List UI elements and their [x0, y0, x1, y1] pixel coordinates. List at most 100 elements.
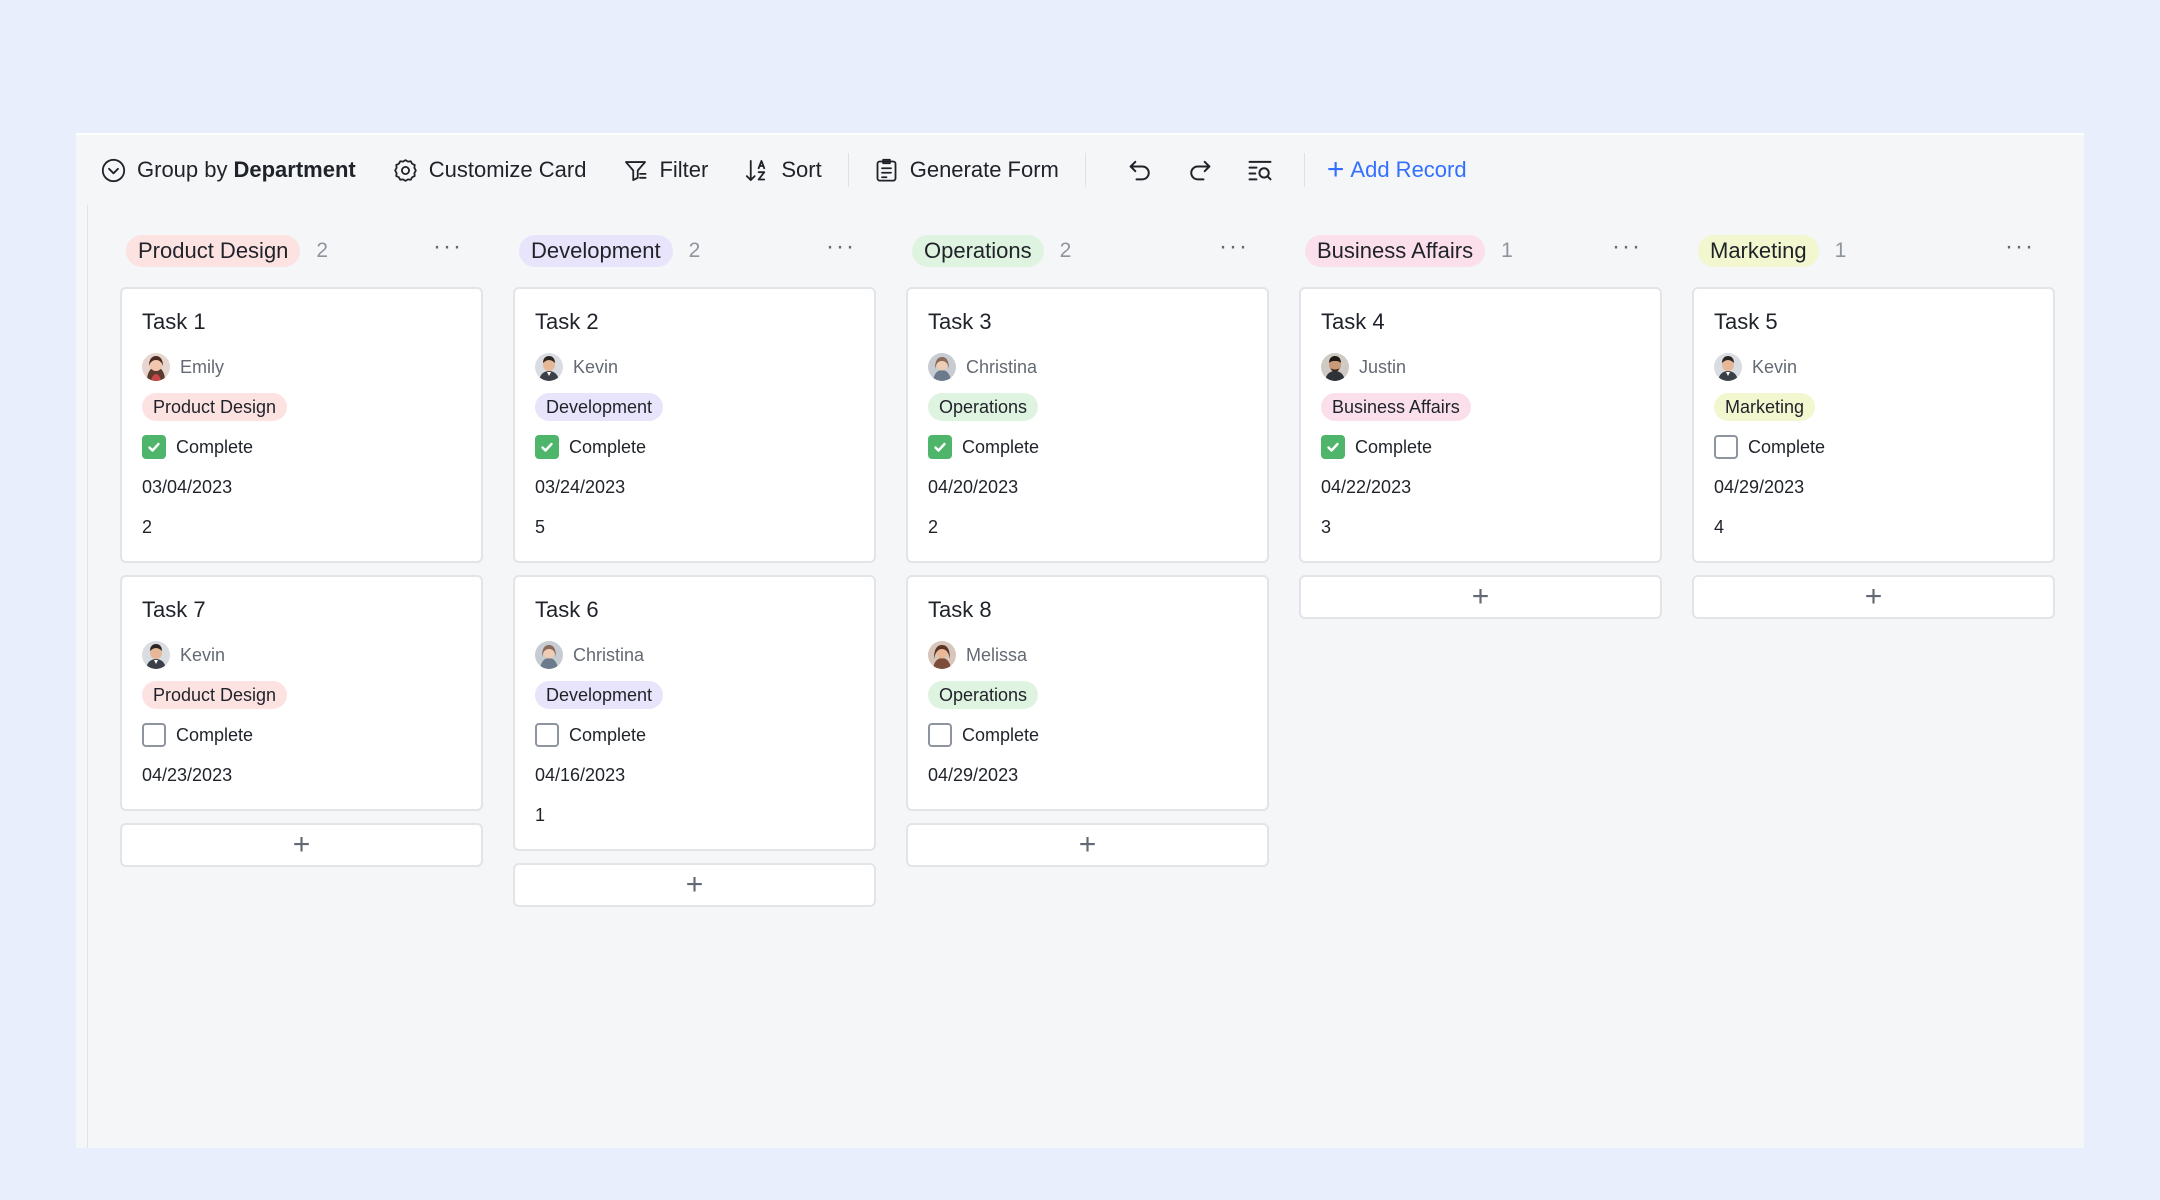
column-count: 1	[1834, 239, 1847, 262]
redo-icon	[1190, 160, 1211, 181]
card-date-row: 03/04/2023	[142, 467, 461, 507]
person-name: Melissa	[966, 644, 1028, 665]
filter-button[interactable]: Filter	[622, 157, 708, 184]
record-card[interactable]: Task 7 Kevin Product Design Complete 04/23/2…	[120, 575, 483, 811]
card-person-row: Melissa	[928, 635, 1247, 675]
card-date: 04/29/2023	[928, 764, 1019, 785]
card-status-row: Complete	[535, 715, 854, 755]
complete-checkbox[interactable]	[928, 435, 952, 459]
toolbar-divider	[847, 153, 849, 187]
card-person-row: Kevin	[1714, 347, 2033, 387]
card-title: Task 2	[535, 309, 599, 334]
plus-icon: +	[685, 868, 704, 901]
column-count: 2	[688, 239, 701, 262]
card-person-row: Christina	[928, 347, 1247, 387]
redo-button[interactable]	[1170, 156, 1230, 184]
complete-label: Complete	[569, 436, 647, 457]
plus-icon: +	[1471, 580, 1490, 613]
record-card[interactable]: Task 6 Christina Development Complete 04/16/…	[513, 575, 876, 851]
column-title: Development	[519, 235, 673, 267]
card-person-row: Emily	[142, 347, 461, 387]
more-icon[interactable]: ···	[2005, 235, 2035, 259]
card-number-row: 3	[1321, 507, 1640, 547]
card-department-row: Operations	[928, 387, 1247, 427]
card-date: 04/29/2023	[1714, 476, 1805, 497]
avatar	[535, 353, 563, 381]
more-icon[interactable]: ···	[1219, 235, 1249, 259]
avatar	[1321, 353, 1349, 381]
card-status-row: Complete	[535, 427, 854, 467]
record-card[interactable]: Task 2 Kevin Development Complete 03/24/2023…	[513, 287, 876, 563]
complete-label: Complete	[1748, 436, 1826, 457]
toolbar: Group by Department Customize Card Filter…	[76, 133, 2084, 207]
column-title: Marketing	[1698, 235, 1819, 267]
more-icon[interactable]: ···	[826, 235, 856, 259]
card-date-row: 04/20/2023	[928, 467, 1247, 507]
column-header: Marketing 1 ···	[1692, 215, 2055, 287]
avatar	[928, 353, 956, 381]
toolbar-divider	[1084, 153, 1086, 187]
department-tag: Operations	[928, 393, 1039, 421]
record-card[interactable]: Task 3 Christina Operations Complete 04/20/2…	[906, 287, 1269, 563]
record-card[interactable]: Task 4 Justin Business Affairs Complete 04/2…	[1299, 287, 1662, 563]
card-date-row: 04/16/2023	[535, 755, 854, 795]
card-number-row: 2	[928, 507, 1247, 547]
sort-button[interactable]: Sort	[744, 157, 822, 184]
card-title: Task 1	[142, 309, 206, 334]
kanban-columns: Product Design 2 ··· Task 1 Emily Product Des…	[120, 215, 2085, 907]
add-card-button[interactable]: +	[513, 863, 876, 907]
column-title: Business Affairs	[1305, 235, 1486, 267]
complete-label: Complete	[962, 436, 1040, 457]
add-record-button[interactable]: + Add Record	[1327, 155, 1467, 185]
complete-checkbox[interactable]	[142, 435, 166, 459]
column-header: Development 2 ···	[513, 215, 876, 287]
record-card[interactable]: Task 5 Kevin Marketing Complete 04/29/2023 4	[1692, 287, 2055, 563]
add-card-button[interactable]: +	[1299, 575, 1662, 619]
generate-form-label: Generate Form	[909, 157, 1059, 182]
card-title: Task 5	[1714, 309, 1778, 334]
card-status-row: Complete	[142, 427, 461, 467]
customize-card-button[interactable]: Customize Card	[392, 157, 586, 184]
toolbar-divider	[1303, 153, 1305, 187]
complete-checkbox[interactable]	[1321, 435, 1345, 459]
group-by-prefix: Group by	[137, 157, 228, 182]
column-count: 2	[316, 239, 329, 262]
person-name: Christina	[573, 644, 645, 665]
list-search-icon	[1248, 160, 1272, 181]
column-header: Product Design 2 ···	[120, 215, 483, 287]
complete-checkbox[interactable]	[928, 723, 952, 747]
card-department-row: Marketing	[1714, 387, 2033, 427]
undo-button[interactable]	[1110, 156, 1170, 184]
plus-icon: +	[1078, 828, 1097, 861]
more-icon[interactable]: ···	[1612, 235, 1642, 259]
group-by-button[interactable]: Group by Department	[100, 157, 356, 184]
search-records-button[interactable]	[1230, 156, 1290, 184]
sort-icon	[746, 159, 766, 181]
add-card-button[interactable]: +	[120, 823, 483, 867]
card-date-row: 03/24/2023	[535, 467, 854, 507]
more-icon[interactable]: ···	[433, 235, 463, 259]
complete-checkbox[interactable]	[142, 723, 166, 747]
department-tag: Business Affairs	[1321, 393, 1471, 421]
record-card[interactable]: Task 1 Emily Product Design Complete 03/04/2…	[120, 287, 483, 563]
column-title: Product Design	[126, 235, 301, 267]
complete-label: Complete	[569, 724, 647, 745]
person-name: Justin	[1359, 356, 1407, 377]
add-card-button[interactable]: +	[906, 823, 1269, 867]
complete-checkbox[interactable]	[535, 723, 559, 747]
card-number: 4	[1714, 516, 1725, 537]
card-status-row: Complete	[142, 715, 461, 755]
avatar	[535, 641, 563, 669]
complete-checkbox[interactable]	[535, 435, 559, 459]
department-tag: Development	[535, 681, 664, 709]
record-card[interactable]: Task 8 Melissa Operations Complete 04/29/202…	[906, 575, 1269, 811]
person-name: Kevin	[1752, 356, 1798, 377]
card-department-row: Business Affairs	[1321, 387, 1640, 427]
column-count: 1	[1501, 239, 1513, 262]
add-card-button[interactable]: +	[1692, 575, 2055, 619]
card-status-row: Complete	[1321, 427, 1640, 467]
card-title: Task 4	[1321, 309, 1385, 334]
generate-form-button[interactable]: Generate Form	[873, 157, 1059, 184]
complete-checkbox[interactable]	[1714, 435, 1738, 459]
filter-icon	[625, 160, 647, 181]
